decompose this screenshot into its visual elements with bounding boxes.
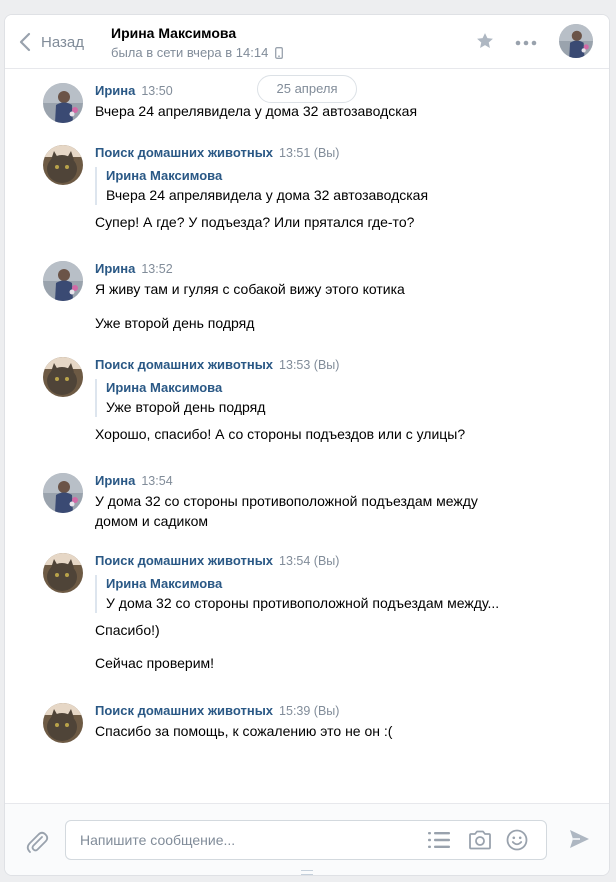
reply-quote[interactable]: Ирина Максимова Уже второй день подряд: [95, 379, 597, 417]
quote-text: Вчера 24 апрелявидела у дома 32 автозаво…: [106, 187, 429, 203]
smile-icon[interactable]: [506, 829, 528, 851]
peer-info[interactable]: Ирина Максимова была в сети вчера в 14:1…: [111, 25, 284, 60]
message-time[interactable]: 13:50: [141, 84, 172, 98]
avatar[interactable]: [43, 145, 83, 185]
message-time[interactable]: 15:39 (Вы): [279, 704, 339, 718]
user-photo-icon: [43, 261, 83, 301]
message-composer: [5, 803, 609, 875]
paperclip-icon[interactable]: [25, 828, 49, 854]
message-author[interactable]: Поиск домашних животных: [95, 145, 273, 160]
message-author[interactable]: Ирина: [95, 83, 135, 98]
message-author[interactable]: Поиск домашних животных: [95, 553, 273, 568]
reply-quote[interactable]: Ирина Максимова У дома 32 со стороны про…: [95, 575, 597, 613]
avatar[interactable]: [43, 83, 83, 123]
reply-quote[interactable]: Ирина Максимова Вчера 24 апрелявидела у …: [95, 167, 597, 205]
message-author[interactable]: Ирина: [95, 261, 135, 276]
message-text: Хорошо, спасибо! А со стороны подъездов …: [95, 426, 466, 442]
more-icon[interactable]: [515, 40, 537, 46]
message-input-box[interactable]: [65, 820, 547, 860]
mobile-phone-icon: [275, 46, 284, 59]
message-time[interactable]: 13:51 (Вы): [279, 146, 339, 160]
camera-icon[interactable]: [468, 830, 492, 850]
quote-author[interactable]: Ирина Максимова: [106, 379, 597, 397]
message-text: Спасибо за помощь, к сожалению это не он…: [95, 723, 393, 739]
avatar[interactable]: [43, 703, 83, 743]
avatar[interactable]: [43, 473, 83, 513]
cat-photo-icon: [43, 553, 83, 593]
star-icon[interactable]: [475, 31, 495, 51]
send-icon[interactable]: [568, 828, 590, 850]
message-body: Поиск домашних животных 13:53 (Вы) Ирина …: [95, 355, 597, 444]
message-body: Ирина 13:54 У дома 32 со стороны противоп…: [95, 471, 597, 531]
message-text: Я живу там и гуляя с собакой вижу этого …: [95, 281, 405, 297]
message-text: домом и садиком: [95, 513, 209, 529]
message-body: Ирина 13:52 Я живу там и гуляя с собакой …: [95, 259, 597, 333]
message-text: У дома 32 со стороны противоположной под…: [95, 493, 478, 509]
date-separator: 25 апреля: [257, 75, 357, 103]
message-body: Поиск домашних животных 15:39 (Вы) Спасиб…: [95, 701, 597, 741]
peer-status: была в сети вчера в 14:14: [111, 45, 284, 60]
message-text: Сейчас проверим!: [95, 655, 215, 671]
message-history[interactable]: 25 апреля Ирина 13:50 Вчера 24 апрелявиде…: [5, 69, 609, 803]
avatar[interactable]: [43, 357, 83, 397]
back-label: Назад: [41, 33, 84, 51]
message-body: Поиск домашних животных 13:51 (Вы) Ирина …: [95, 143, 597, 232]
peer-status-text: была в сети вчера в 14:14: [111, 45, 269, 60]
message-text: Уже второй день подряд: [95, 315, 255, 331]
quote-author[interactable]: Ирина Максимова: [106, 167, 597, 185]
avatar[interactable]: [43, 261, 83, 301]
message-time[interactable]: 13:54: [141, 474, 172, 488]
back-button[interactable]: Назад: [19, 32, 84, 52]
cat-photo-icon: [43, 145, 83, 185]
message-time[interactable]: 13:54 (Вы): [279, 554, 339, 568]
quote-text: Уже второй день подряд: [106, 399, 266, 415]
user-photo-icon: [43, 473, 83, 513]
message-text: Супер! А где? У подъезда? Или прятался г…: [95, 214, 415, 230]
quote-author[interactable]: Ирина Максимова: [106, 575, 597, 593]
cat-photo-icon: [43, 703, 83, 743]
message-text: Вчера 24 апрелявидела у дома 32 автозаво…: [95, 103, 418, 119]
quote-text: У дома 32 со стороны противоположной под…: [106, 595, 500, 611]
message-author[interactable]: Поиск домашних животных: [95, 703, 273, 718]
message-input[interactable]: [80, 821, 410, 859]
user-photo-icon: [43, 83, 83, 123]
cat-photo-icon: [43, 357, 83, 397]
avatar[interactable]: [43, 553, 83, 593]
chat-header: Назад Ирина Максимова была в сети вчера …: [5, 15, 609, 69]
message-time[interactable]: 13:52: [141, 262, 172, 276]
peer-avatar[interactable]: [559, 24, 593, 58]
message-time[interactable]: 13:53 (Вы): [279, 358, 339, 372]
template-list-icon[interactable]: [428, 831, 450, 849]
peer-name[interactable]: Ирина Максимова: [111, 25, 283, 41]
message-author[interactable]: Поиск домашних животных: [95, 357, 273, 372]
message-body: Поиск домашних животных 13:54 (Вы) Ирина …: [95, 551, 597, 673]
message-author[interactable]: Ирина: [95, 473, 135, 488]
user-photo-icon: [559, 24, 593, 58]
resize-handle[interactable]: [301, 870, 313, 875]
chat-window: Назад Ирина Максимова была в сети вчера …: [4, 14, 610, 876]
chevron-left-icon: [19, 32, 31, 52]
message-text: Спасибо!): [95, 622, 160, 638]
